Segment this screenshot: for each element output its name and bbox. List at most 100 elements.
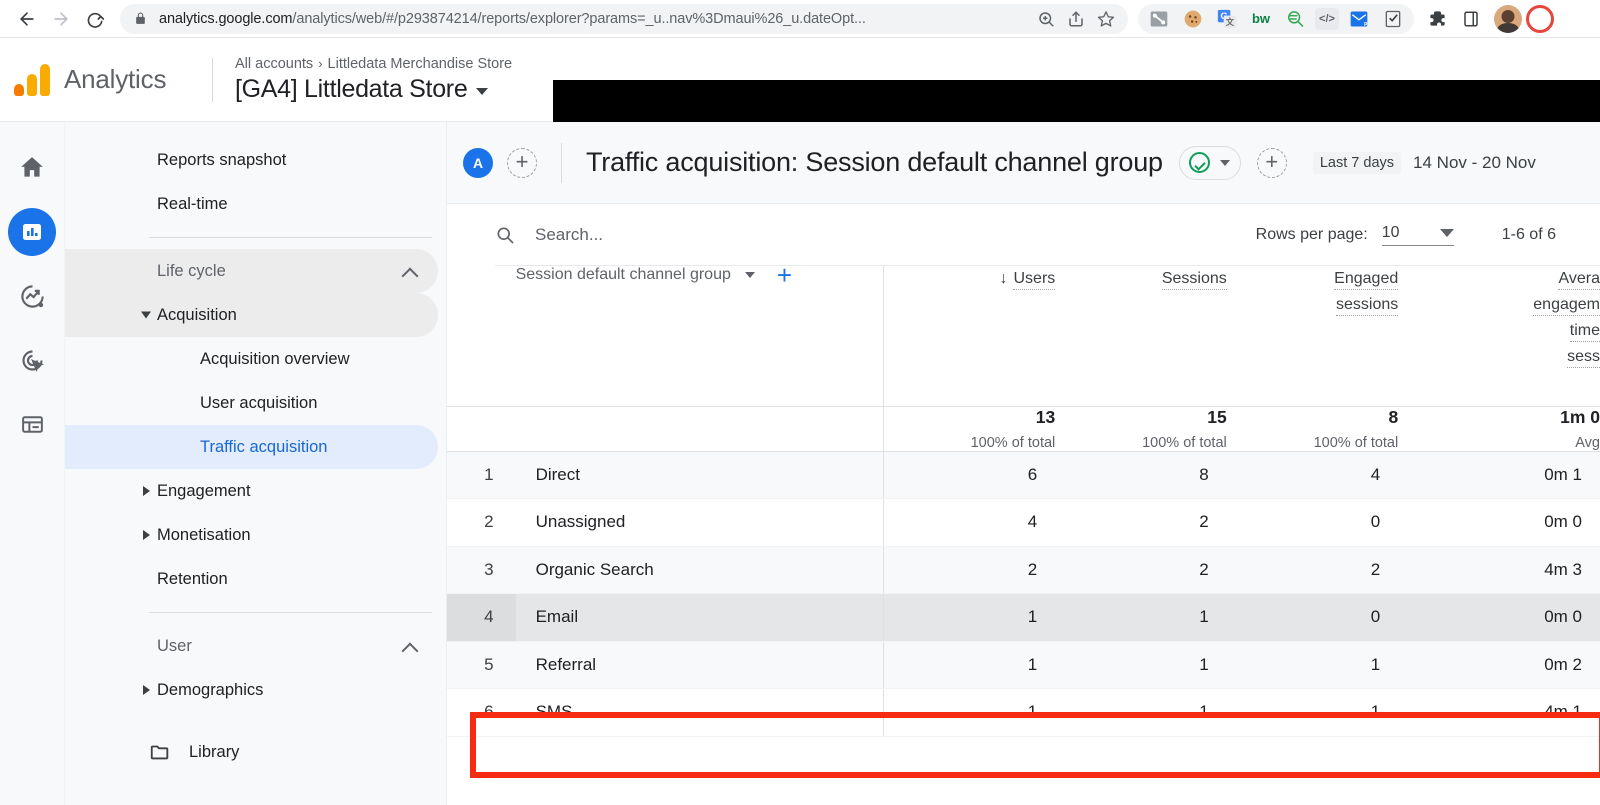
metric-header-label: Avera: [1558, 270, 1600, 290]
breadcrumb-all-accounts[interactable]: All accounts: [235, 56, 313, 72]
sidebar-item-monetisation[interactable]: Monetisation: [65, 513, 438, 557]
address-bar[interactable]: analytics.google.com/analytics/web/#/p29…: [120, 3, 1128, 34]
row-index: 5: [447, 641, 516, 689]
chevron-down-icon[interactable]: [1219, 159, 1230, 166]
home-icon[interactable]: [8, 144, 56, 192]
table-row[interactable]: 1 Direct 6 8 4 0m 1: [447, 451, 1600, 499]
code-extension-icon[interactable]: </>: [1315, 7, 1339, 30]
triangle-right-icon[interactable]: [143, 486, 150, 496]
puzzle-piece-icon[interactable]: [1420, 2, 1454, 36]
triangle-down-icon[interactable]: [141, 311, 151, 319]
side-panel-icon[interactable]: [1454, 2, 1488, 36]
metric-header-sessions[interactable]: Sessions: [1055, 266, 1227, 406]
url-domain: analytics.google.com: [159, 10, 293, 27]
row-index: 4: [447, 593, 516, 642]
sidebar-item-traffic-acquisition[interactable]: Traffic acquisition: [65, 425, 438, 469]
bw-extension-icon[interactable]: bw: [1247, 5, 1275, 33]
analytics-header: Analytics All accounts › Littledata Mercha…: [0, 38, 1600, 162]
rows-per-page-select[interactable]: 10: [1381, 224, 1454, 246]
row-dimension[interactable]: Direct: [515, 451, 884, 499]
report-status-chip[interactable]: [1178, 145, 1241, 180]
blue-mail-extension-icon[interactable]: p: [1345, 5, 1373, 33]
row-dimension[interactable]: SMS: [515, 688, 884, 737]
checklist-extension-icon[interactable]: [1379, 5, 1407, 33]
dimension-header[interactable]: Session default channel group +: [516, 262, 884, 406]
metric-header-label: sessions: [1335, 296, 1399, 316]
search-placeholder: Search...: [535, 224, 604, 244]
metric-header-label: engagem: [1533, 296, 1600, 316]
sidebar-item-library[interactable]: Library: [65, 730, 438, 774]
date-preset-badge: Last 7 days: [1312, 151, 1402, 174]
totals-sessions: 15 100% of total: [1055, 405, 1227, 452]
sidebar-section-user[interactable]: User: [65, 624, 438, 668]
analytics-brand[interactable]: Analytics: [0, 63, 212, 96]
cookie-extension-icon[interactable]: [1179, 5, 1207, 33]
sidebar-item-retention[interactable]: Retention: [65, 557, 438, 601]
property-row[interactable]: [GA4] Littledata Store: [235, 75, 512, 104]
add-chip-button[interactable]: +: [1256, 147, 1287, 178]
reload-icon[interactable]: [78, 2, 112, 36]
totals-index: [447, 405, 516, 452]
triangle-right-icon[interactable]: [143, 685, 150, 695]
add-comparison-button[interactable]: +: [507, 147, 537, 178]
sidebar-item-acquisition[interactable]: Acquisition: [65, 293, 438, 337]
row-dimension[interactable]: Unassigned: [515, 498, 884, 547]
audience-chip[interactable]: A: [463, 147, 493, 178]
star-icon[interactable]: [1092, 5, 1120, 33]
forward-arrow-icon[interactable]: [44, 2, 78, 36]
chevron-down-icon[interactable]: [1439, 228, 1454, 237]
chevron-down-icon[interactable]: [744, 272, 755, 278]
search-input[interactable]: Search...: [495, 225, 1256, 245]
sidebar-item-reports-snapshot[interactable]: Reports snapshot: [65, 138, 438, 182]
url-text: analytics.google.com/analytics/web/#/p29…: [159, 11, 1030, 27]
metric-header-label: time: [1569, 322, 1600, 342]
table-header-row: Session default channel group + ↓ Users S…: [447, 262, 1600, 406]
explore-icon[interactable]: [8, 272, 56, 320]
account-selector[interactable]: All accounts › Littledata Merchandise Stor…: [235, 56, 512, 104]
report-bar-divider: [561, 142, 562, 183]
search-zoom-icon[interactable]: [1032, 5, 1060, 33]
row-engaged-sessions: 1: [1226, 641, 1399, 689]
metric-header-engaged-sessions[interactable]: Engaged sessions: [1227, 266, 1399, 406]
metric-header-users[interactable]: ↓ Users: [883, 266, 1056, 406]
sidebar-item-user-acquisition[interactable]: User acquisition: [65, 381, 438, 425]
share-icon[interactable]: [1062, 5, 1090, 33]
configure-list-icon[interactable]: [8, 400, 56, 448]
table-row[interactable]: 4 Email 1 1 0 0m 0: [447, 593, 1600, 642]
sidebar-section-life-cycle[interactable]: Life cycle: [65, 249, 438, 293]
add-dimension-icon[interactable]: +: [777, 262, 792, 288]
table-row[interactable]: 6 SMS 1 1 1 4m 1: [447, 688, 1600, 737]
profile-avatar[interactable]: [1494, 4, 1522, 33]
row-dimension[interactable]: Email: [515, 593, 884, 642]
google-translate-extension-icon[interactable]: G文: [1213, 5, 1241, 33]
sidebar-item-acquisition-overview[interactable]: Acquisition overview: [65, 337, 438, 381]
date-range-selector[interactable]: Last 7 days 14 Nov - 20 Nov: [1312, 151, 1536, 174]
row-dimension[interactable]: Organic Search: [515, 546, 884, 594]
metric-header-avg-engagement-time[interactable]: Avera engagem time sess: [1398, 266, 1600, 406]
rows-per-page-control[interactable]: Rows per page: 10: [1256, 224, 1454, 246]
dimension-selector[interactable]: Session default channel group +: [516, 262, 884, 288]
table-row[interactable]: 3 Organic Search 2 2 2 4m 3: [447, 546, 1600, 594]
link-tool-extension-icon[interactable]: [1145, 5, 1173, 33]
triangle-right-icon[interactable]: [143, 530, 150, 540]
back-arrow-icon[interactable]: [10, 2, 44, 36]
sidebar-item-real-time[interactable]: Real-time: [65, 182, 438, 226]
chevron-down-icon[interactable]: [476, 88, 489, 95]
table-row[interactable]: 5 Referral 1 1 1 0m 2: [447, 641, 1600, 689]
advertising-target-icon[interactable]: [8, 336, 56, 384]
breadcrumb-account-name[interactable]: Littledata Merchandise Store: [328, 56, 513, 72]
chevron-up-icon[interactable]: [403, 640, 416, 653]
totals-subtext: 100% of total: [1142, 434, 1227, 451]
search-analytics-extension-icon[interactable]: [1281, 5, 1309, 33]
sidebar-item-demographics[interactable]: Demographics: [65, 668, 438, 712]
reports-bar-chart-icon[interactable]: [8, 208, 56, 256]
totals-subtext: 100% of total: [1313, 434, 1399, 451]
row-dimension[interactable]: Referral: [515, 641, 884, 689]
sidebar-item-engagement[interactable]: Engagement: [65, 469, 438, 513]
extensions-tray: G文 bw </> p: [1138, 3, 1414, 34]
sort-descending-icon: ↓: [999, 270, 1008, 287]
row-index: 1: [447, 451, 516, 499]
totals-value: 15: [1207, 406, 1227, 427]
table-row[interactable]: 2 Unassigned 4 2 0 0m 0: [447, 498, 1600, 547]
chevron-up-icon[interactable]: [403, 265, 416, 278]
